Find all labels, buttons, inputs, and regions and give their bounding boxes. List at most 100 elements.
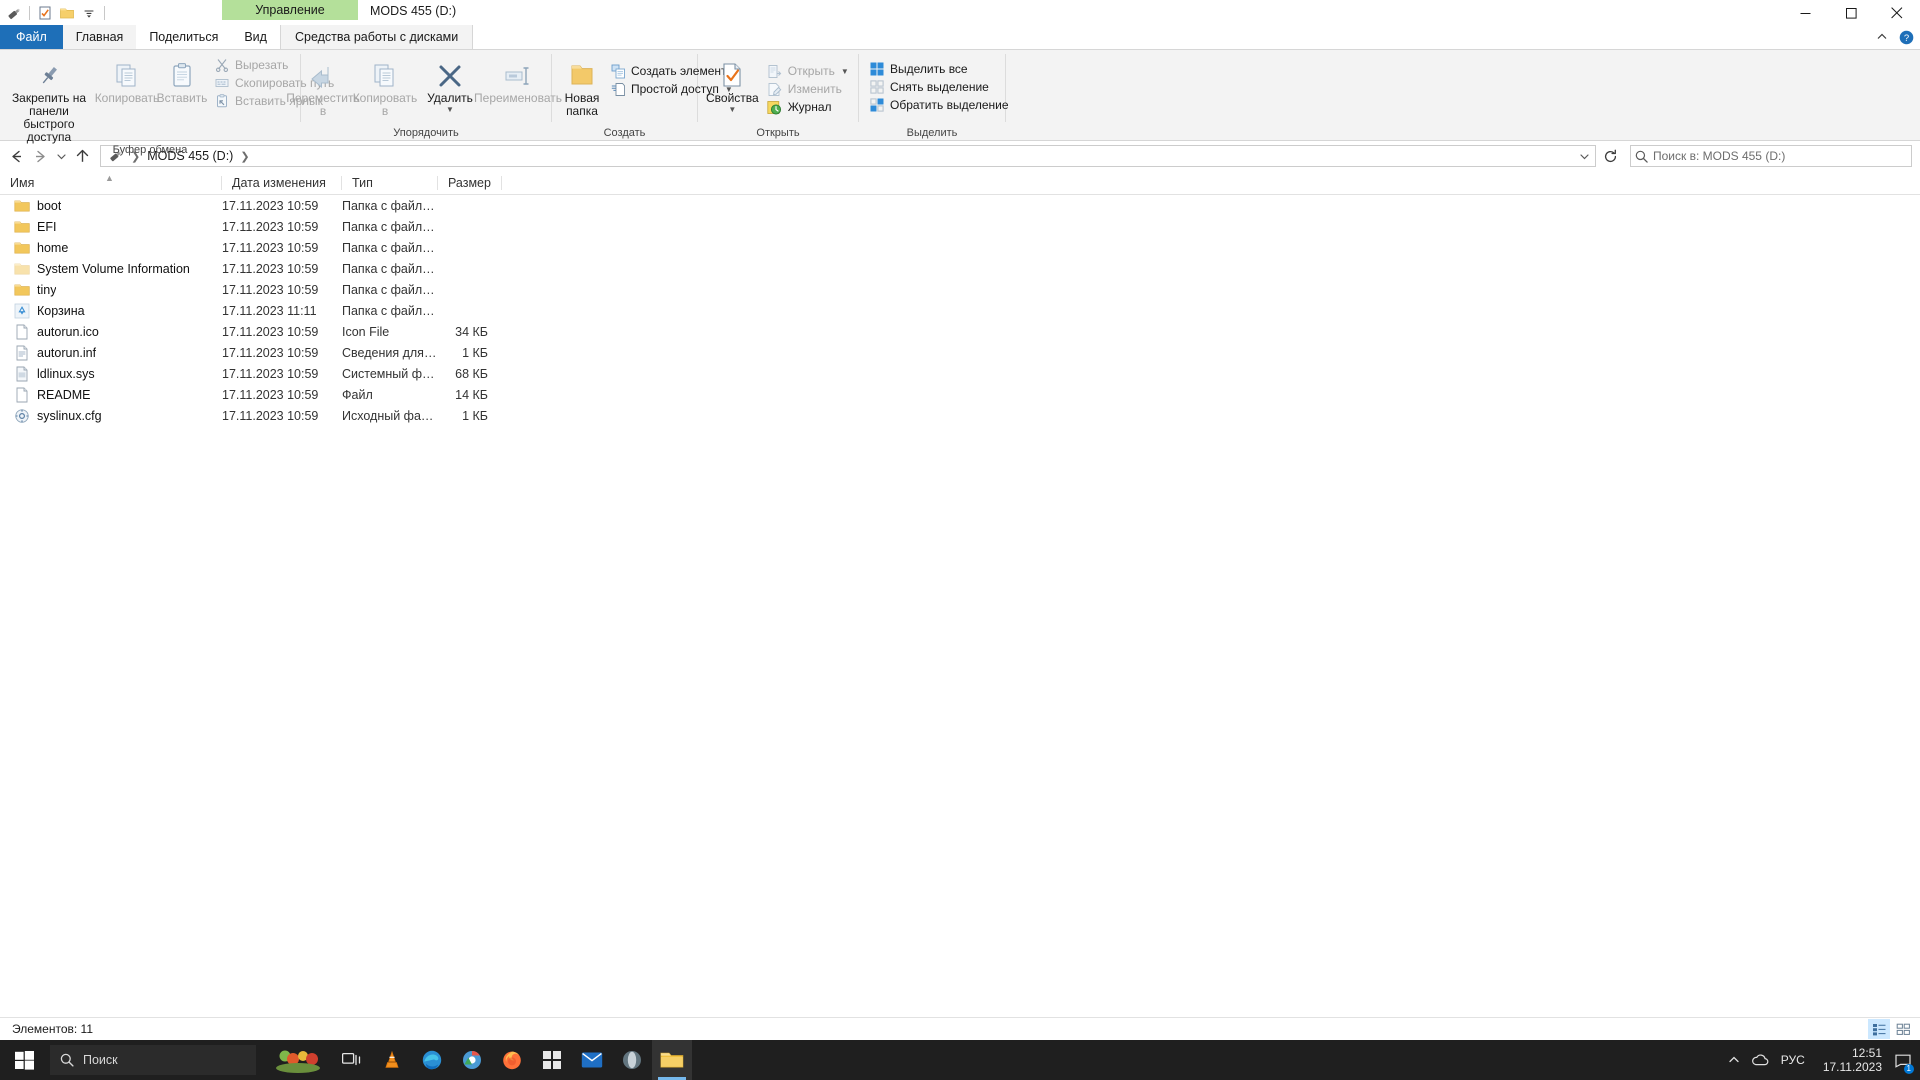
file-name-cell[interactable]: tiny [0, 282, 222, 298]
show-desktop-button[interactable] [1914, 1040, 1920, 1080]
table-row[interactable]: autorun.ico 17.11.2023 10:59 Icon File 34 К… [0, 321, 1920, 342]
cut-button-label: Вырезать [235, 58, 289, 72]
window-title: MODS 455 (D:) [370, 4, 457, 18]
new-folder-button[interactable]: Новая папка [558, 54, 606, 118]
file-name-cell[interactable]: autorun.ico [0, 324, 222, 340]
file-name-cell[interactable]: autorun.inf [0, 345, 222, 361]
table-row[interactable]: EFI 17.11.2023 10:59 Папка с файлами [0, 216, 1920, 237]
breadcrumb[interactable]: ❯ MODS 455 (D:) ❯ [100, 145, 1596, 167]
notification-badge: 1 [1903, 1064, 1914, 1074]
language-indicator[interactable]: РУС [1773, 1040, 1813, 1080]
collapse-ribbon-icon[interactable] [1874, 29, 1890, 45]
new-folder-icon[interactable] [56, 2, 78, 24]
ribbon-right-controls: ? [1874, 25, 1920, 49]
file-name-cell[interactable]: home [0, 240, 222, 256]
file-name-cell[interactable]: README [0, 387, 222, 403]
open-button[interactable]: Открыть ▼ [765, 62, 854, 80]
delete-button[interactable]: Удалить ▼ [424, 54, 476, 114]
taskbar-item-store[interactable] [532, 1040, 572, 1080]
edit-button[interactable]: Изменить [765, 80, 854, 98]
column-header-type[interactable]: Тип [342, 171, 438, 195]
task-view-button[interactable] [332, 1040, 372, 1080]
large-icons-view-icon[interactable] [1892, 1019, 1914, 1039]
table-row[interactable]: ldlinux.sys 17.11.2023 10:59 Системный фай… [0, 363, 1920, 384]
table-row[interactable]: autorun.inf 17.11.2023 10:59 Сведения для … [0, 342, 1920, 363]
system-tray: РУС 12:51 17.11.2023 1 [1721, 1040, 1920, 1080]
file-name-cell[interactable]: System Volume Information [0, 261, 222, 277]
ribbon-tabstrip: Файл Главная Поделиться Вид Средства раб… [0, 25, 1920, 50]
refresh-button[interactable] [1598, 145, 1622, 167]
taskbar-item-opera[interactable] [612, 1040, 652, 1080]
paste-button[interactable]: Вставить [156, 54, 208, 105]
file-date-cell: 17.11.2023 10:59 [222, 387, 319, 402]
status-bar: Элементов: 11 [0, 1017, 1920, 1040]
view-mode-buttons [1868, 1019, 1914, 1039]
table-row[interactable]: Корзина 17.11.2023 11:11 Папка с файлами [0, 300, 1920, 321]
taskbar-item-vlc[interactable] [372, 1040, 412, 1080]
file-list[interactable]: boot 17.11.2023 10:59 Папка с файлами EFI 17… [0, 195, 1920, 1017]
taskbar-item-browser[interactable] [452, 1040, 492, 1080]
table-row[interactable]: System Volume Information 17.11.2023 10:5… [0, 258, 1920, 279]
tab-drive-tools[interactable]: Средства работы с дисками [279, 25, 474, 49]
properties-caret-icon[interactable]: ▼ [728, 106, 736, 114]
folder-icon [14, 198, 30, 214]
taskbar-item-mail[interactable] [572, 1040, 612, 1080]
help-icon[interactable]: ? [1898, 29, 1914, 45]
rename-button[interactable]: Переименовать [474, 54, 562, 105]
show-hidden-icons-chevron[interactable] [1721, 1040, 1747, 1080]
open-caret-icon[interactable]: ▼ [841, 67, 849, 76]
tab-file[interactable]: Файл [0, 25, 63, 49]
table-row[interactable]: tiny 17.11.2023 10:59 Папка с файлами [0, 279, 1920, 300]
start-button[interactable] [0, 1040, 48, 1080]
column-header-size[interactable]: Размер [438, 171, 502, 195]
tab-share[interactable]: Поделиться [136, 25, 231, 49]
select-all-button[interactable]: Выделить все [867, 60, 1014, 78]
action-center-button[interactable]: 1 [1892, 1040, 1914, 1080]
pin-to-quick-access-button[interactable]: Закрепить на панели быстрого доступа [0, 54, 98, 144]
file-name-cell[interactable]: ldlinux.sys [0, 366, 222, 382]
file-name-cell[interactable]: syslinux.cfg [0, 408, 222, 424]
copy-button[interactable]: Копировать [95, 54, 159, 105]
taskbar-item-file-explorer[interactable] [652, 1040, 692, 1080]
close-button[interactable] [1874, 0, 1920, 26]
clock[interactable]: 12:51 17.11.2023 [1813, 1040, 1892, 1080]
select-none-button[interactable]: Снять выделение [867, 78, 1014, 96]
taskbar-item-firefox[interactable] [492, 1040, 532, 1080]
tab-home[interactable]: Главная [62, 25, 137, 49]
copy-button-label: Копировать [94, 91, 160, 105]
address-dropdown-icon[interactable] [1575, 151, 1593, 162]
minimize-button[interactable] [1782, 0, 1828, 26]
maximize-button[interactable] [1828, 0, 1874, 26]
rename-label: Переименовать [474, 91, 562, 105]
column-header-date[interactable]: Дата изменения [222, 171, 342, 195]
table-row[interactable]: boot 17.11.2023 10:59 Папка с файлами [0, 195, 1920, 216]
invert-selection-button[interactable]: Обратить выделение [867, 96, 1014, 114]
onedrive-icon[interactable] [1747, 1040, 1773, 1080]
weather-widget[interactable] [268, 1040, 332, 1080]
properties-icon[interactable] [34, 2, 56, 24]
file-date-cell: 17.11.2023 10:59 [222, 219, 319, 234]
details-view-icon[interactable] [1868, 1019, 1890, 1039]
history-button[interactable]: Журнал [765, 98, 854, 116]
file-name-cell[interactable]: EFI [0, 219, 222, 235]
taskbar-item-edge[interactable] [412, 1040, 452, 1080]
column-header-name[interactable]: Имя ▲ [0, 171, 222, 195]
pin-icon [36, 57, 62, 89]
file-name-cell[interactable]: boot [0, 198, 222, 214]
delete-caret-icon[interactable]: ▼ [446, 106, 454, 114]
customize-qat-chevron-icon[interactable] [78, 2, 100, 24]
open-label: Открыть [787, 64, 835, 78]
move-to-button[interactable]: Переместить в [286, 54, 360, 118]
move-to-label: Переместить в [286, 91, 360, 118]
search-input[interactable]: Поиск в: MODS 455 (D:) [1630, 145, 1912, 167]
tab-view[interactable]: Вид [231, 25, 280, 49]
pin-button-label: Закрепить на панели быстрого доступа [11, 91, 87, 144]
file-name-cell[interactable]: Корзина [0, 303, 222, 319]
copy-to-button[interactable]: Копировать в [353, 54, 417, 118]
taskbar-search[interactable]: Поиск [50, 1045, 256, 1075]
table-row[interactable]: syslinux.cfg 17.11.2023 10:59 Исходный фай… [0, 405, 1920, 426]
table-row[interactable]: README 17.11.2023 10:59 Файл 14 КБ [0, 384, 1920, 405]
properties-button[interactable]: Свойства ▼ [702, 54, 763, 114]
item-count-label: Элементов: 11 [12, 1022, 93, 1036]
table-row[interactable]: home 17.11.2023 10:59 Папка с файлами [0, 237, 1920, 258]
